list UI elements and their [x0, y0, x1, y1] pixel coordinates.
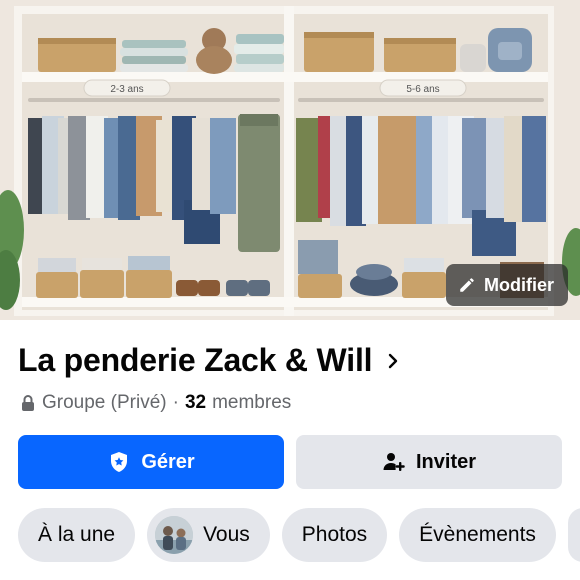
add-person-icon [383, 453, 405, 471]
tab-more-partial[interactable] [567, 508, 580, 562]
cover-photo[interactable]: 2-3 ans 5-6 ans Modifier [0, 0, 580, 320]
size-label-2-3: 2-3 ans [110, 84, 143, 95]
group-meta: Groupe (Privé) · 32 membres [20, 392, 291, 414]
manage-button[interactable]: Gérer [18, 435, 284, 489]
tab-label: Évènements [419, 523, 536, 546]
group-name-link[interactable]: La penderie Zack & Will [18, 342, 400, 379]
user-avatar [155, 516, 194, 554]
group-tabs: À la une Vous Photos Évènements [18, 508, 580, 562]
tab-events[interactable]: Évènements [399, 508, 556, 562]
group-name: La penderie Zack & Will [18, 342, 373, 378]
size-label-5-6: 5-6 ans [406, 84, 439, 95]
tab-photos[interactable]: Photos [281, 508, 388, 562]
chevron-right-icon [389, 353, 398, 368]
group-privacy: Groupe (Privé) [42, 392, 167, 413]
tab-you[interactable]: Vous [147, 508, 270, 562]
manage-label: Gérer [141, 450, 195, 473]
edit-cover-label: Modifier [484, 274, 554, 295]
invite-label: Inviter [415, 450, 477, 473]
shield-star-icon [111, 452, 128, 472]
member-count: 32 [184, 392, 207, 413]
invite-button[interactable]: Inviter [296, 435, 562, 489]
tab-featured[interactable]: À la une [18, 508, 136, 562]
members-label: membres [212, 392, 292, 413]
pencil-icon [460, 278, 474, 292]
edit-cover-button[interactable]: Modifier [446, 264, 568, 306]
tab-label: Vous [203, 523, 250, 546]
meta-separator: · [172, 392, 179, 413]
tab-label: À la une [38, 523, 116, 546]
lock-icon [22, 395, 34, 411]
tab-label: Photos [301, 523, 368, 546]
